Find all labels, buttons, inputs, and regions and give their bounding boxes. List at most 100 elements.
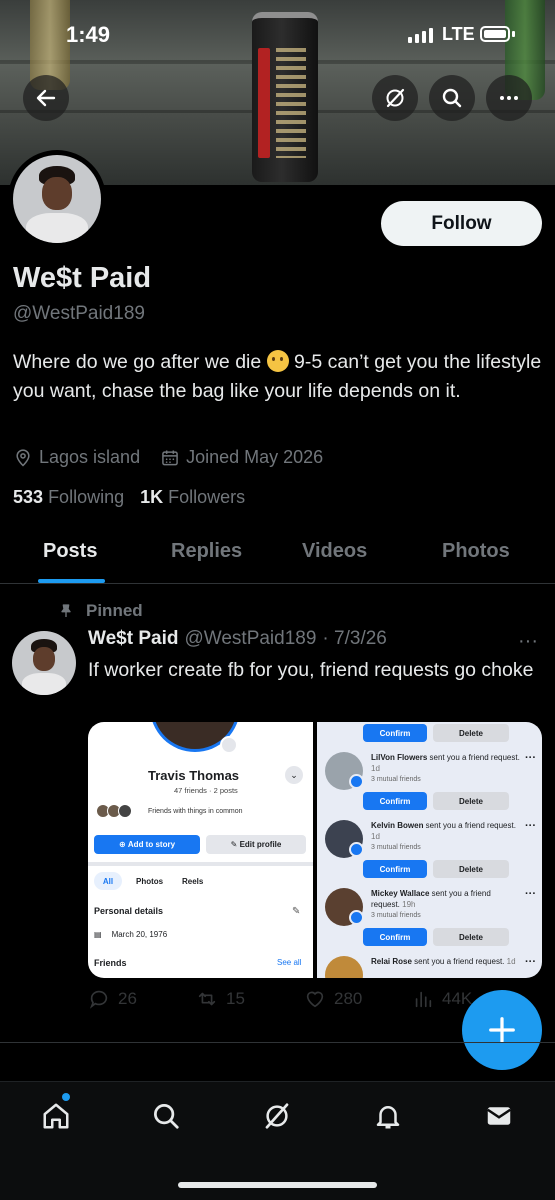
tab-posts[interactable]: Posts bbox=[43, 540, 97, 563]
more-icon: ··· bbox=[525, 820, 536, 832]
calendar-icon bbox=[162, 450, 178, 465]
fb-confirm-button: Confirm bbox=[363, 860, 427, 878]
fb-request-time: 1d bbox=[371, 832, 380, 841]
thinking-face-emoji-icon bbox=[266, 350, 289, 372]
nav-messages[interactable] bbox=[481, 1098, 517, 1134]
fb-pill-all: All bbox=[94, 872, 122, 890]
media-image-facebook-profile[interactable]: Travis Thomas ⌄ 47 friends · 2 posts Fri… bbox=[88, 722, 313, 978]
home-indicator[interactable] bbox=[178, 1182, 377, 1188]
fb-request-name: Mickey Wallace bbox=[371, 889, 430, 898]
profile-meta: Lagos island Joined May 2026 bbox=[13, 447, 323, 468]
more-icon: ··· bbox=[525, 956, 536, 968]
pin-icon bbox=[61, 604, 71, 617]
tab-replies[interactable]: Replies bbox=[171, 540, 242, 563]
views-icon bbox=[415, 991, 432, 1008]
status-time: 1:49 bbox=[66, 22, 111, 47]
repost-button[interactable]: 15 bbox=[196, 988, 304, 1010]
back-button[interactable] bbox=[23, 75, 69, 121]
fb-profile-name: Travis Thomas bbox=[148, 768, 240, 783]
post-media[interactable]: Travis Thomas ⌄ 47 friends · 2 posts Fri… bbox=[88, 722, 542, 978]
chevron-down-icon: ⌄ bbox=[285, 766, 303, 784]
fb-profile-sub: 47 friends · 2 posts bbox=[174, 786, 238, 795]
grok-icon bbox=[265, 1103, 289, 1129]
fb-friend-avatars bbox=[96, 804, 132, 818]
fb-birthday: ▤ March 20, 1976 bbox=[94, 930, 167, 939]
more-icon: ··· bbox=[525, 752, 536, 764]
fb-delete-button: Delete bbox=[433, 792, 509, 810]
like-button[interactable]: 280 bbox=[304, 988, 412, 1010]
fb-delete-button: Delete bbox=[433, 928, 509, 946]
media-image-friend-requests[interactable]: Confirm Delete LilVon Flowers sent you a… bbox=[317, 722, 542, 978]
pinned-label: Pinned bbox=[58, 601, 143, 621]
reply-icon bbox=[89, 990, 108, 1009]
following-link[interactable]: 533 Following bbox=[13, 487, 124, 508]
following-label: Following bbox=[48, 487, 125, 507]
post-text: If worker create fb for you, friend requ… bbox=[88, 659, 534, 681]
fb-personal-details: Personal details bbox=[94, 906, 164, 916]
fb-request-mutual: 3 mutual friends bbox=[371, 844, 421, 851]
heart-icon bbox=[306, 991, 324, 1008]
profile-bio: Where do we go after we die 9-5 can’t ge… bbox=[13, 348, 543, 406]
repost-count: 15 bbox=[226, 989, 245, 1008]
fb-edit-profile-label: Edit profile bbox=[239, 840, 282, 849]
profile-handle: @WestPaid189 bbox=[13, 303, 145, 324]
post-header: We$t Paid @WestPaid189 · 7/3/26 bbox=[88, 628, 387, 650]
profile-name: We$t Paid bbox=[13, 262, 152, 294]
fb-delete-button: Delete bbox=[433, 724, 509, 742]
fb-request-name: LilVon Flowers bbox=[371, 753, 428, 762]
followers-link[interactable]: 1K Followers bbox=[140, 487, 245, 508]
reply-button[interactable]: 26 bbox=[88, 988, 196, 1010]
tab-videos[interactable]: Videos bbox=[302, 540, 367, 563]
post-more-icon[interactable]: ··· bbox=[518, 630, 538, 653]
cake-icon: ▤ bbox=[94, 930, 102, 939]
more-button[interactable] bbox=[486, 75, 532, 121]
reply-count: 26 bbox=[118, 989, 137, 1008]
fb-add-story-label: Add to story bbox=[127, 840, 176, 849]
profile-tabs: Posts Replies Videos Photos bbox=[0, 522, 555, 584]
more-icon: ··· bbox=[525, 888, 536, 900]
fb-request-time: 19h bbox=[399, 900, 416, 909]
fb-common-text: Friends with things in common bbox=[148, 808, 243, 815]
active-tab-indicator bbox=[38, 579, 105, 583]
follow-button[interactable]: Follow bbox=[381, 201, 542, 246]
fb-pill-photos: Photos bbox=[136, 876, 164, 886]
plus-icon bbox=[489, 1017, 515, 1043]
profile-location: Lagos island bbox=[39, 447, 141, 467]
pinned-text: Pinned bbox=[86, 601, 143, 620]
fb-friends-heading: Friends bbox=[94, 958, 127, 968]
home-icon bbox=[43, 1103, 69, 1129]
messages-icon bbox=[487, 1107, 511, 1125]
post-author-handle: @WestPaid189 bbox=[184, 628, 317, 649]
status-bar: 1:49 LTE bbox=[0, 0, 555, 60]
post-date: · 7/3/26 bbox=[322, 628, 387, 649]
following-count: 533 bbox=[13, 487, 44, 507]
pencil-icon: ✎ bbox=[292, 906, 301, 917]
nav-home[interactable] bbox=[38, 1098, 74, 1134]
grok-button[interactable] bbox=[372, 75, 418, 121]
nav-notifications[interactable] bbox=[370, 1098, 406, 1134]
battery-icon bbox=[480, 26, 510, 42]
arrow-left-icon bbox=[36, 89, 56, 107]
search-button[interactable] bbox=[429, 75, 475, 121]
fb-see-all: See all bbox=[277, 958, 302, 967]
tab-photos[interactable]: Photos bbox=[442, 540, 510, 563]
fb-request-text: sent you a friend request. bbox=[423, 821, 516, 830]
fb-delete-button: Delete bbox=[433, 860, 509, 878]
notifications-icon bbox=[376, 1106, 400, 1129]
profile-stats: 533 Following 1K Followers bbox=[13, 487, 245, 508]
compose-button[interactable] bbox=[462, 990, 542, 1070]
search-icon bbox=[154, 1104, 179, 1129]
location-pin-icon bbox=[16, 448, 30, 467]
nav-search[interactable] bbox=[148, 1098, 184, 1134]
search-icon bbox=[442, 88, 462, 108]
more-icon bbox=[500, 96, 518, 100]
camera-icon bbox=[220, 736, 238, 754]
post-author-avatar[interactable] bbox=[12, 631, 76, 695]
post-author-name[interactable]: We$t Paid bbox=[88, 628, 178, 650]
fb-request-text: sent you a friend request. bbox=[411, 957, 505, 966]
nav-grok[interactable] bbox=[259, 1098, 295, 1134]
fb-request-name: Relai Rose bbox=[371, 957, 412, 966]
profile-avatar[interactable] bbox=[8, 150, 106, 248]
fb-request-time: 1d bbox=[371, 764, 380, 773]
view-count: 44K bbox=[442, 989, 473, 1008]
